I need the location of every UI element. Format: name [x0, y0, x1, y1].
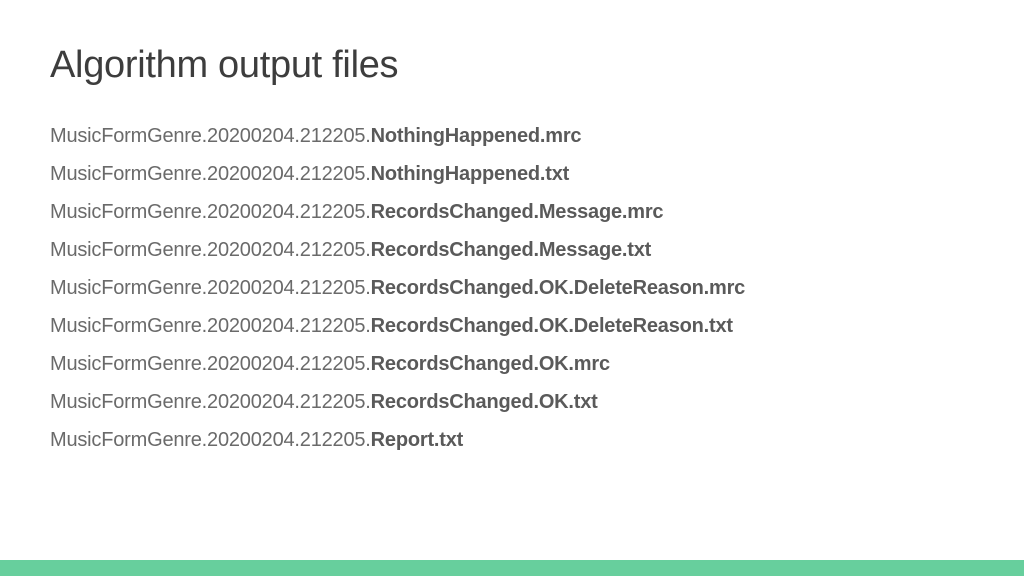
file-suffix: Report.txt	[371, 429, 463, 451]
file-line: MusicFormGenre.20200204.212205.RecordsCh…	[50, 351, 974, 377]
file-line: MusicFormGenre.20200204.212205.NothingHa…	[50, 161, 974, 187]
file-prefix: MusicFormGenre.20200204.212205.	[50, 239, 371, 261]
slide-title: Algorithm output files	[50, 44, 974, 87]
file-line: MusicFormGenre.20200204.212205.RecordsCh…	[50, 275, 974, 301]
file-suffix: RecordsChanged.OK.txt	[371, 391, 598, 413]
file-suffix: RecordsChanged.OK.mrc	[371, 353, 610, 375]
file-suffix: RecordsChanged.OK.DeleteReason.mrc	[371, 277, 745, 299]
file-suffix: RecordsChanged.Message.txt	[371, 239, 651, 261]
file-prefix: MusicFormGenre.20200204.212205.	[50, 315, 371, 337]
file-prefix: MusicFormGenre.20200204.212205.	[50, 429, 371, 451]
file-line: MusicFormGenre.20200204.212205.RecordsCh…	[50, 389, 974, 415]
file-prefix: MusicFormGenre.20200204.212205.	[50, 277, 371, 299]
file-prefix: MusicFormGenre.20200204.212205.	[50, 391, 371, 413]
file-line: MusicFormGenre.20200204.212205.RecordsCh…	[50, 199, 974, 225]
file-list: MusicFormGenre.20200204.212205.NothingHa…	[50, 123, 974, 453]
file-prefix: MusicFormGenre.20200204.212205.	[50, 201, 371, 223]
file-suffix: NothingHappened.txt	[371, 163, 569, 185]
file-suffix: RecordsChanged.Message.mrc	[371, 201, 664, 223]
file-line: MusicFormGenre.20200204.212205.RecordsCh…	[50, 237, 974, 263]
slide: Algorithm output files MusicFormGenre.20…	[0, 0, 1024, 576]
file-prefix: MusicFormGenre.20200204.212205.	[50, 125, 371, 147]
file-line: MusicFormGenre.20200204.212205.NothingHa…	[50, 123, 974, 149]
file-suffix: RecordsChanged.OK.DeleteReason.txt	[371, 315, 733, 337]
file-line: MusicFormGenre.20200204.212205.Report.tx…	[50, 427, 974, 453]
file-suffix: NothingHappened.mrc	[371, 125, 582, 147]
file-line: MusicFormGenre.20200204.212205.RecordsCh…	[50, 313, 974, 339]
file-prefix: MusicFormGenre.20200204.212205.	[50, 163, 371, 185]
footer-accent-bar	[0, 560, 1024, 576]
file-prefix: MusicFormGenre.20200204.212205.	[50, 353, 371, 375]
